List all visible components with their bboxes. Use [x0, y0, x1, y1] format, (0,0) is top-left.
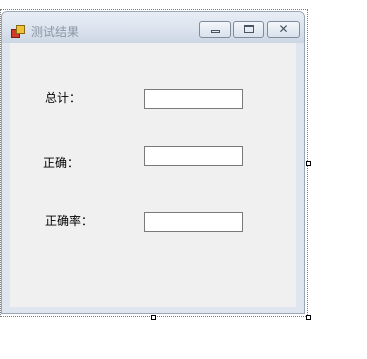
form-client-area: 总计： 正确： 正确率： — [10, 43, 296, 307]
resize-handle-right[interactable] — [306, 161, 311, 166]
window-title: 测试结果 — [31, 25, 80, 39]
resize-handle-bottom[interactable] — [151, 315, 156, 320]
maximize-icon — [244, 25, 254, 33]
total-label: 总计： — [45, 91, 82, 105]
minimize-button[interactable] — [199, 21, 231, 38]
form-window: 测试结果 ✕ 总计： 正确： 正确率： — [1, 11, 305, 314]
resize-handle-corner[interactable] — [306, 315, 311, 320]
close-button[interactable]: ✕ — [267, 21, 300, 38]
close-icon: ✕ — [278, 22, 289, 36]
minimize-icon — [211, 30, 220, 33]
maximize-button[interactable] — [233, 21, 264, 38]
accuracy-label: 正确率： — [45, 214, 94, 228]
total-input[interactable] — [144, 89, 243, 109]
accuracy-input[interactable] — [144, 212, 243, 232]
title-bar[interactable]: 测试结果 ✕ — [2, 12, 304, 43]
app-icon — [11, 25, 25, 38]
correct-label: 正确： — [43, 156, 80, 170]
correct-input[interactable] — [144, 146, 243, 166]
